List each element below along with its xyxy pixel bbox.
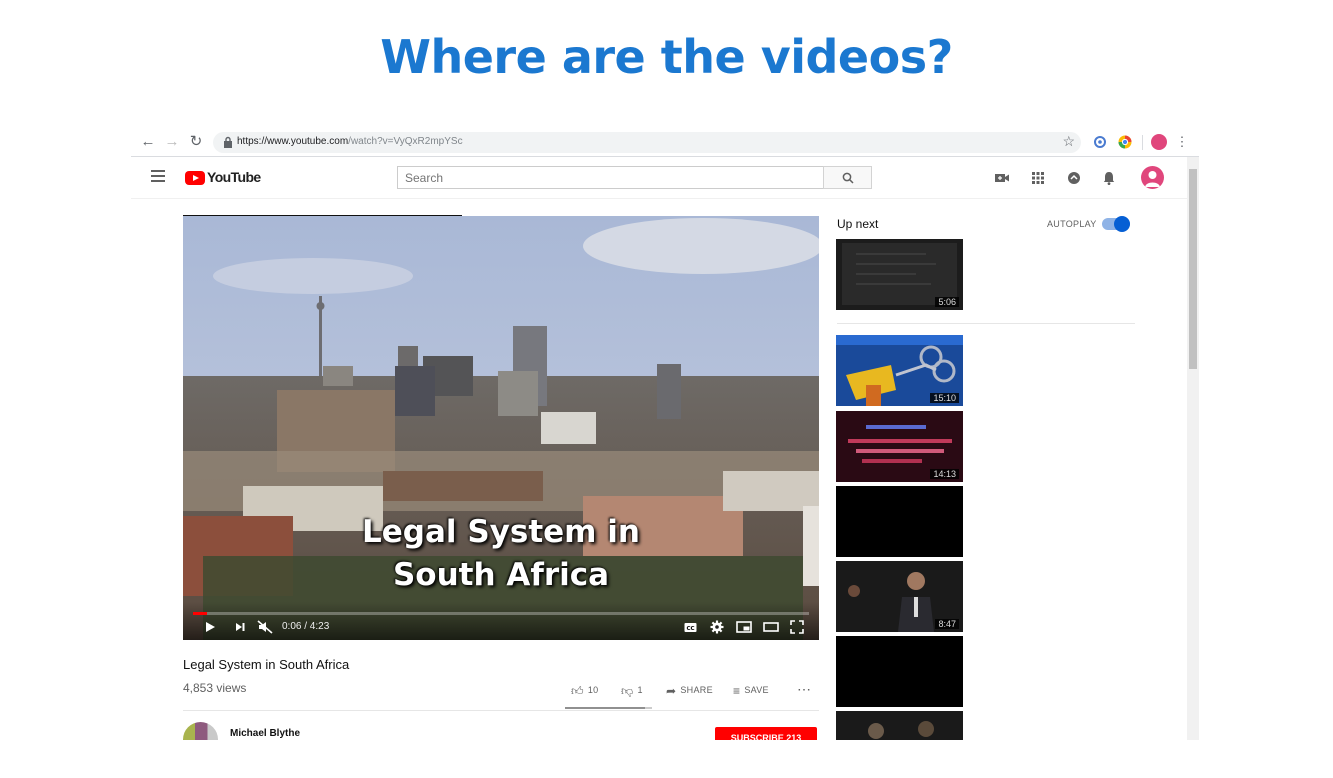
logo-wordmark: YouTube: [207, 169, 261, 185]
settings-gear-icon[interactable]: [710, 620, 724, 634]
search-button[interactable]: [823, 166, 872, 189]
user-avatar[interactable]: [1141, 166, 1164, 189]
add-to-playlist-icon: ≡: [733, 684, 741, 698]
mute-icon[interactable]: [257, 620, 273, 634]
video-player[interactable]: Legal System in South Africa 0:06 / 4:23…: [183, 216, 819, 640]
forward-arrow-icon[interactable]: →: [163, 133, 181, 151]
up-next-thumbnail[interactable]: 5:06: [836, 239, 963, 310]
page-scrollbar[interactable]: [1187, 157, 1199, 740]
back-arrow-icon[interactable]: ←: [139, 133, 157, 151]
create-video-icon[interactable]: [994, 170, 1010, 186]
scrollbar-thumb[interactable]: [1189, 169, 1197, 369]
sentiment-bar: [565, 707, 652, 709]
thumbs-down-icon: 👎︎: [621, 684, 634, 698]
video-duration: 15:10: [930, 393, 959, 403]
save-button[interactable]: ≡ SAVE: [733, 684, 769, 698]
dislike-button[interactable]: 👎︎ 1: [621, 684, 643, 699]
dislike-count: 1: [637, 685, 643, 695]
view-count: 4,853 views: [183, 681, 247, 695]
theater-mode-icon[interactable]: [763, 620, 779, 634]
lock-icon: [224, 136, 232, 148]
slide-title: Where are the videos?: [380, 30, 953, 84]
next-video-icon[interactable]: [233, 620, 247, 634]
share-arrow-icon: ➦: [666, 684, 677, 698]
youtube-play-icon: [185, 171, 205, 185]
user-avatar-icon: [1145, 171, 1160, 187]
browser-toolbar: ← → ↻ https://www.youtube.com/watch?v=Vy…: [131, 128, 1199, 157]
youtube-header: YouTube: [131, 157, 1187, 199]
bookmark-star-icon[interactable]: ☆: [1062, 133, 1075, 150]
address-bar[interactable]: https://www.youtube.com/watch?v=VyQxR2mp…: [213, 132, 1081, 153]
search-input[interactable]: [398, 167, 824, 188]
search-input-container: [397, 166, 824, 189]
related-video-thumbnail[interactable]: [836, 711, 963, 740]
related-video-thumbnail[interactable]: 14:13: [836, 411, 963, 482]
thumbnail-image: [836, 486, 963, 557]
related-video-thumbnail[interactable]: [836, 636, 963, 707]
extension-icon[interactable]: [1092, 134, 1108, 150]
video-caption-overlay: Legal System in South Africa: [183, 511, 819, 597]
url-text: https://www.youtube.com/watch?v=VyQxR2mp…: [237, 136, 463, 147]
more-actions-icon[interactable]: ⋯: [797, 681, 812, 698]
like-count: 10: [587, 685, 599, 695]
captions-icon[interactable]: CC: [683, 620, 699, 634]
subscribe-button[interactable]: SUBSCRIBE 213: [715, 727, 817, 740]
search-icon: [842, 172, 854, 184]
svg-text:CC: CC: [686, 626, 694, 632]
save-label: SAVE: [744, 685, 769, 695]
up-next-heading: Up next: [837, 217, 879, 231]
thumbs-up-icon: 👍︎: [571, 684, 584, 698]
related-video-thumbnail[interactable]: 8:47: [836, 561, 963, 632]
apps-grid-icon[interactable]: [1030, 170, 1046, 186]
caption-line-1: Legal System in: [362, 514, 640, 550]
player-controls: 0:06 / 4:23 CC: [183, 602, 819, 640]
browser-menu-icon[interactable]: ⋮: [1173, 133, 1191, 151]
messages-icon[interactable]: [1066, 170, 1082, 186]
toolbar-separator: [1142, 135, 1143, 150]
video-title: Legal System in South Africa: [183, 657, 350, 672]
progress-bar[interactable]: [193, 612, 809, 615]
profile-avatar-icon[interactable]: [1151, 134, 1167, 150]
thumbnail-image: [836, 636, 963, 707]
fullscreen-icon[interactable]: [790, 620, 804, 634]
video-duration: 8:47: [935, 619, 959, 629]
caption-line-2: South Africa: [392, 557, 610, 593]
miniplayer-icon[interactable]: [736, 620, 752, 634]
section-divider: [183, 710, 819, 711]
notifications-bell-icon[interactable]: [1101, 170, 1117, 186]
channel-avatar[interactable]: [183, 722, 218, 740]
related-video-thumbnail[interactable]: 15:10: [836, 335, 963, 406]
video-duration: 5:06: [935, 297, 959, 307]
sidebar-divider: [837, 323, 1135, 324]
autoplay-toggle-knob[interactable]: [1114, 216, 1130, 232]
video-duration: 14:13: [930, 469, 959, 479]
related-video-thumbnail[interactable]: [836, 486, 963, 557]
time-display: 0:06 / 4:23: [282, 621, 330, 632]
thumbnail-image: [836, 711, 963, 740]
share-button[interactable]: ➦ SHARE: [666, 684, 713, 698]
share-label: SHARE: [680, 685, 713, 695]
play-icon[interactable]: [203, 620, 217, 634]
sentiment-bar-fill: [565, 707, 645, 709]
like-button[interactable]: 👍︎ 10: [571, 684, 598, 699]
channel-name[interactable]: Michael Blythe: [230, 728, 300, 739]
reload-icon[interactable]: ↻: [187, 133, 205, 151]
chrome-extension-icon[interactable]: [1117, 134, 1133, 150]
autoplay-label: AUTOPLAY: [1047, 219, 1097, 229]
progress-bar-fill: [193, 612, 208, 615]
browser-window: ← → ↻ https://www.youtube.com/watch?v=Vy…: [131, 128, 1199, 740]
hamburger-menu-icon[interactable]: [151, 170, 165, 185]
